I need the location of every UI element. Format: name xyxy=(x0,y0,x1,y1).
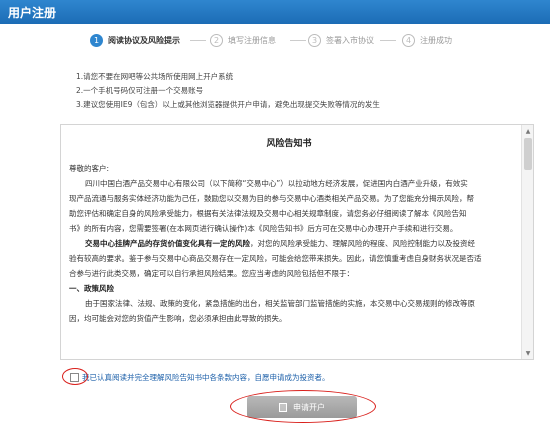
step-number: 4 xyxy=(402,33,415,47)
document-title: 风险告知书 xyxy=(266,139,312,149)
step-indicator: 1 阅读协议及风险提示 2 填写注册信息 3 签署入市协议 4 注册成功 xyxy=(0,28,550,52)
scroll-up-icon[interactable]: ▲ xyxy=(522,125,533,137)
step-label: 签署入市协议 xyxy=(326,35,374,45)
step-connector xyxy=(290,40,306,41)
notice-item: 3.建议您使用IE9（包含）以上或其他浏览器提供开户申请，避免出现提交失败等情况… xyxy=(76,100,380,109)
step-2: 2 填写注册信息 xyxy=(210,32,276,48)
notice-list: 1.请您不要在网吧等公共场所使用网上开户系统 2.一个手机号码仅可注册一个交易账… xyxy=(76,70,496,112)
step-label: 注册成功 xyxy=(420,35,452,45)
annotation-circle-checkbox xyxy=(62,368,88,385)
notice-item: 2.一个手机号码仅可注册一个交易账号 xyxy=(76,86,204,95)
paragraph-line: 现产品流通与服务实体经济功能为己任，鼓励您以交易为目的参与交易中心酒类相关产品交… xyxy=(69,194,474,203)
emphasis-text: 交易中心挂牌产品的存货价值变化具有一定的风险 xyxy=(85,239,250,248)
step-number: 2 xyxy=(210,33,223,47)
page-title: 用户注册 xyxy=(8,6,57,20)
section-heading: 一、政策风险 xyxy=(69,284,114,293)
greeting: 尊敬的客户: xyxy=(69,164,110,173)
scroll-thumb[interactable] xyxy=(524,138,532,170)
paragraph-line: 验有较高的要求。鉴于参与交易中心商品交易存在一定风险，可能会给您带来损失。因此，… xyxy=(69,254,482,263)
paragraph-line: 助您评估和确定自身的风险承受能力，根据有关法律法规及交易中心相关规章制度，请您务… xyxy=(69,209,467,218)
step-label: 阅读协议及风险提示 xyxy=(108,35,180,45)
agreement-label[interactable]: 我已认真阅读并完全理解风险告知书中各条款内容，自愿申请成为投资者。 xyxy=(82,372,330,383)
paragraph-line: 四川中国白酒产品交易中心有限公司（以下简称“交易中心”）以拉动地方经济发展，促进… xyxy=(85,179,468,188)
step-number: 3 xyxy=(308,33,321,47)
step-connector xyxy=(190,40,206,41)
step-4: 4 注册成功 xyxy=(402,32,452,48)
step-3: 3 签署入市协议 xyxy=(308,32,374,48)
risk-disclosure-content: 风险告知书 尊敬的客户: 四川中国白酒产品交易中心有限公司（以下简称“交易中心”… xyxy=(69,131,509,326)
risk-disclosure-panel[interactable]: 风险告知书 尊敬的客户: 四川中国白酒产品交易中心有限公司（以下简称“交易中心”… xyxy=(60,124,534,360)
agreement-row: 我已认真阅读并完全理解风险告知书中各条款内容，自愿申请成为投资者。 xyxy=(70,372,330,383)
title-bar: 用户注册 xyxy=(0,0,550,24)
paragraph-line: 书》的所有内容，您需要签署(在本网页进行确认操作)本《风险告知书》后方可在交易中… xyxy=(69,224,458,233)
paragraph-line: 合参与进行此类交易，确定可以自行承担风险结果。您应当考虑的风险包括但不限于： xyxy=(69,269,354,278)
step-connector xyxy=(380,40,396,41)
notice-item: 1.请您不要在网吧等公共场所使用网上开户系统 xyxy=(76,72,234,81)
annotation-circle-button xyxy=(230,390,376,423)
vertical-scrollbar[interactable]: ▲ ▼ xyxy=(521,125,533,359)
scroll-down-icon[interactable]: ▼ xyxy=(522,347,533,359)
paragraph-line: 由于国家法律、法规、政策的变化，紧急措施的出台，相关监管部门监管措施的实施，本交… xyxy=(85,299,475,308)
step-label: 填写注册信息 xyxy=(228,35,276,45)
paragraph-line: 因，均可能会对您的货值产生影响，您必须承担由此导致的损失。 xyxy=(69,314,287,323)
paragraph-text: ，对您的风险承受能力、理解风险的程度、风险控制能力以及投资经 xyxy=(250,239,475,248)
step-1: 1 阅读协议及风险提示 xyxy=(90,32,180,48)
step-number: 1 xyxy=(90,33,103,47)
paragraph-line: 交易中心挂牌产品的存货价值变化具有一定的风险，对您的风险承受能力、理解风险的程度… xyxy=(69,236,509,251)
